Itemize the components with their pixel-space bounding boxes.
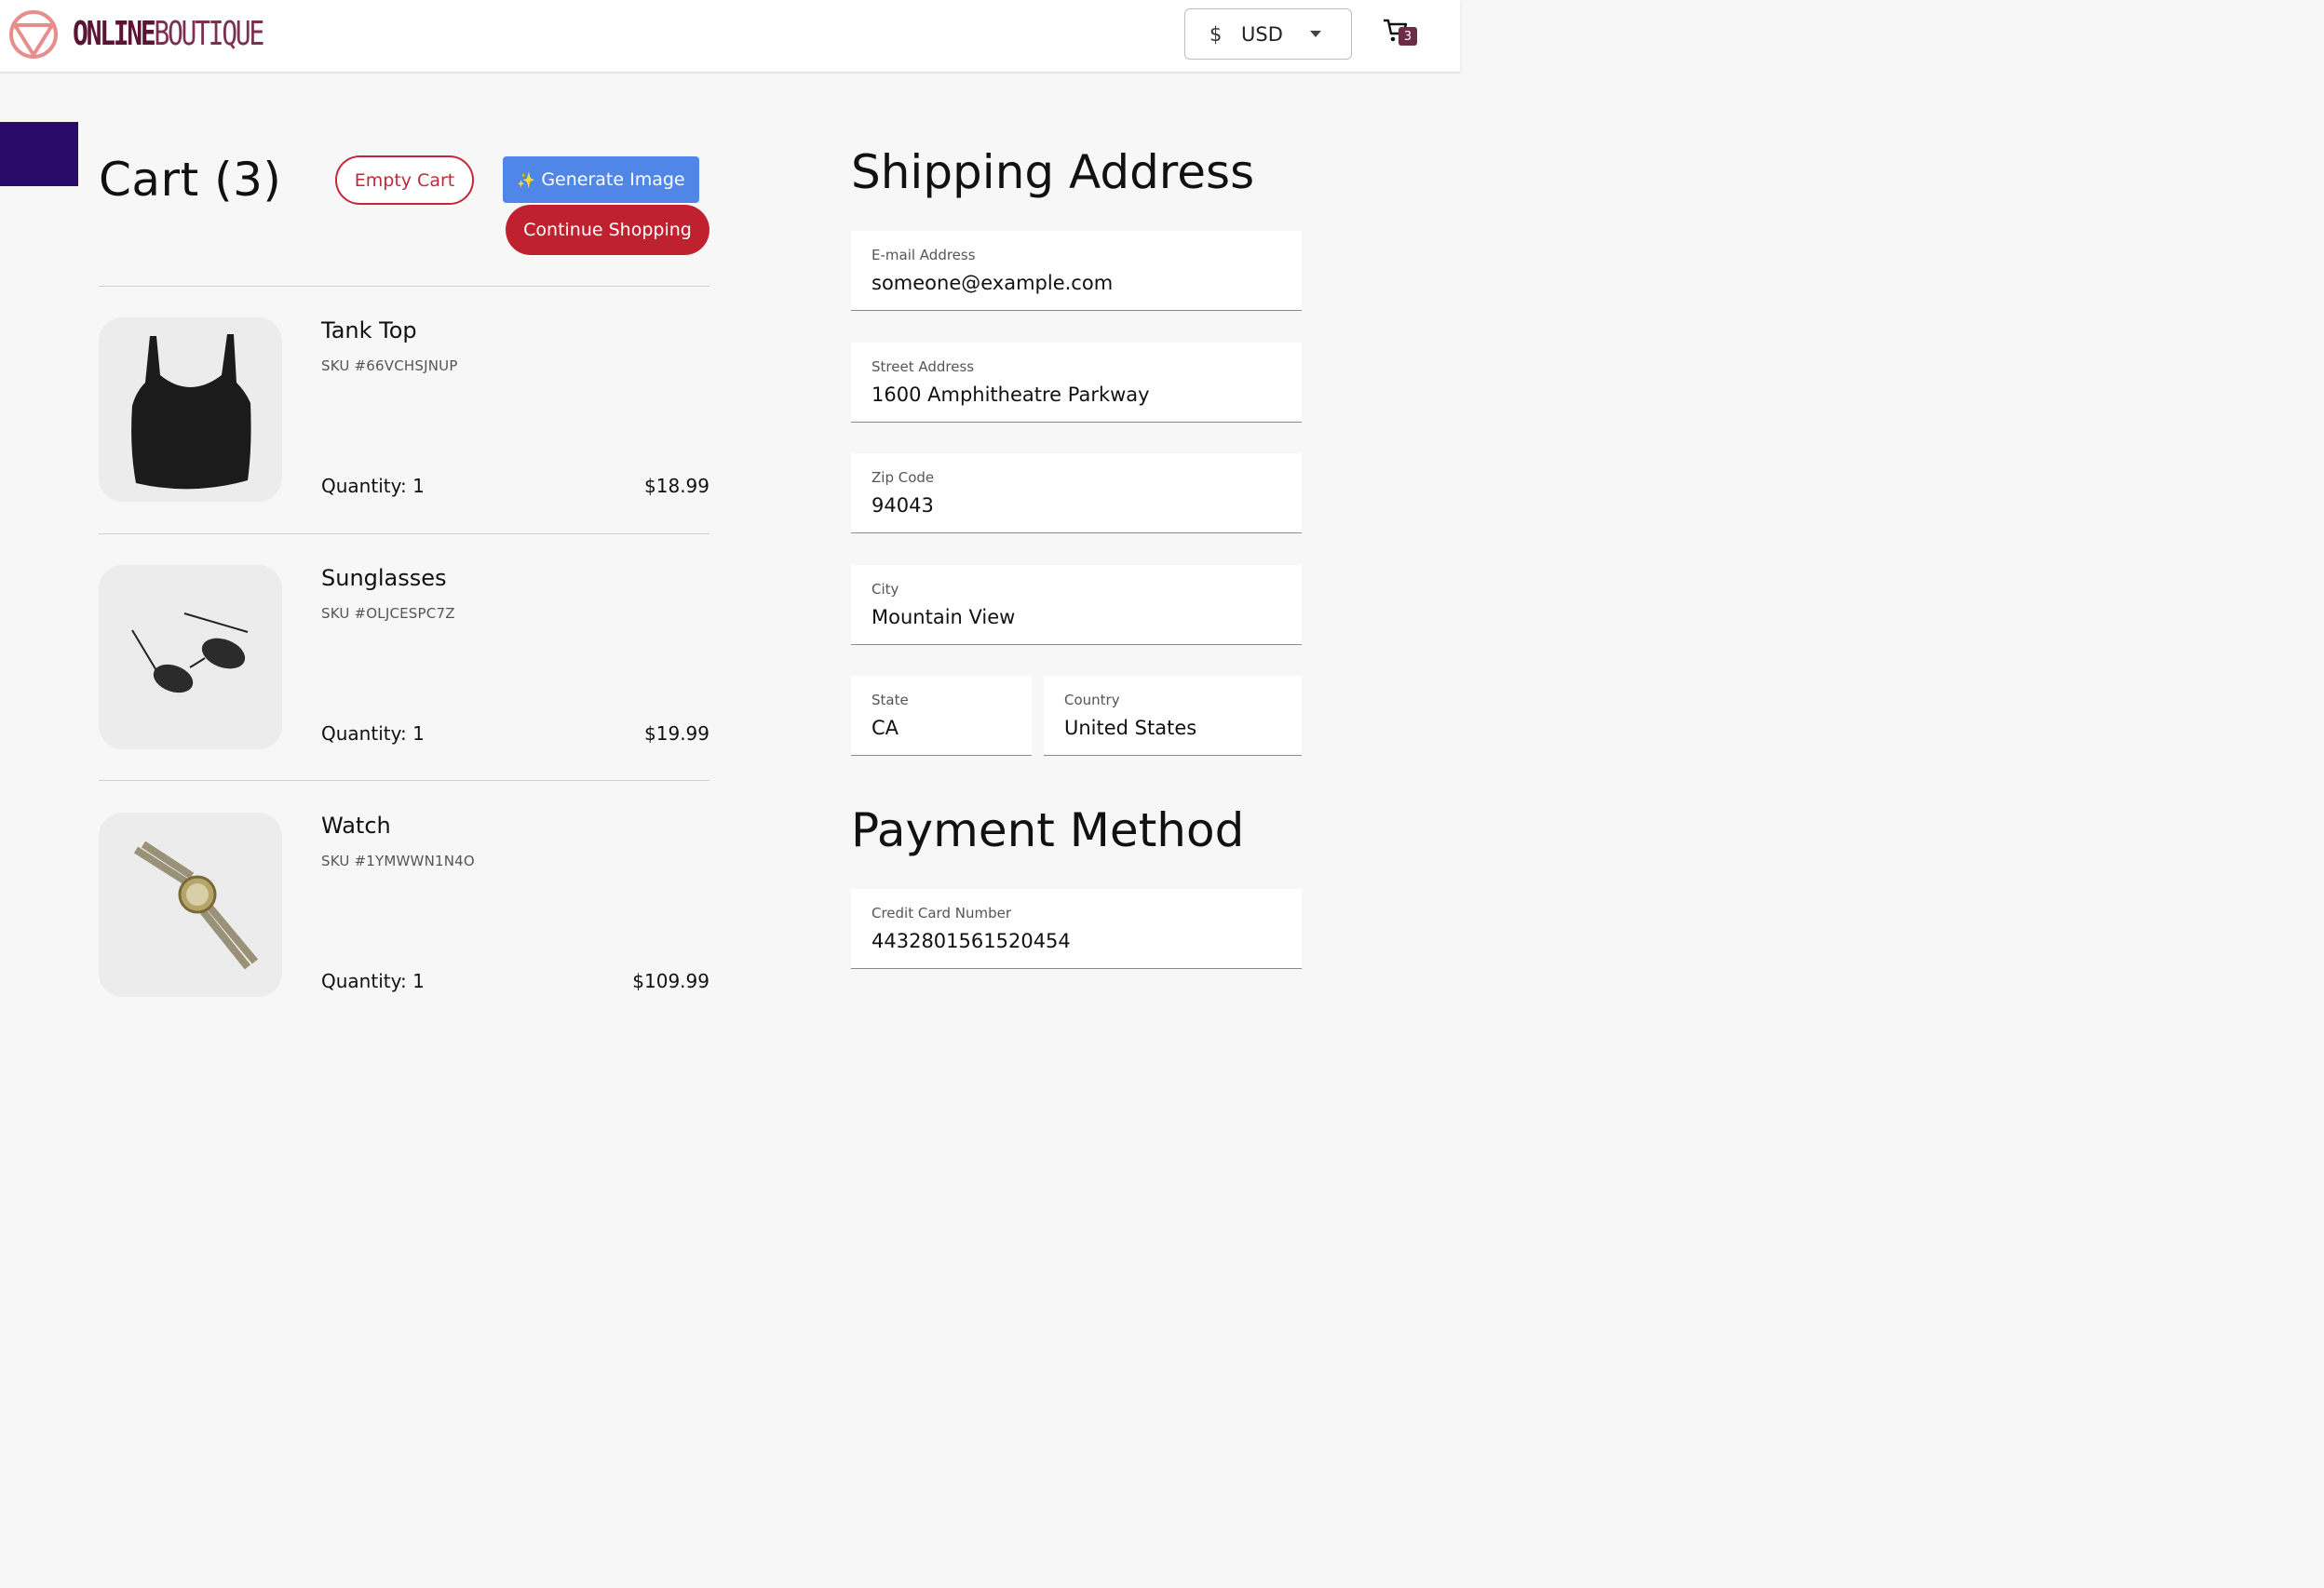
item-name[interactable]: Watch	[321, 813, 391, 839]
state-label: State	[872, 692, 909, 708]
item-name[interactable]: Sunglasses	[321, 565, 447, 591]
item-price: $18.99	[644, 475, 709, 497]
sunglasses-image-graphic	[99, 565, 282, 749]
item-sku: SKU #OLJCESPC7Z	[321, 605, 455, 622]
generate-image-button[interactable]: ✨ Generate Image	[503, 156, 699, 203]
payment-method-title: Payment Method	[851, 803, 1245, 857]
cart-item: Tank Top SKU #66VCHSJNUP Quantity: 1 $18…	[99, 317, 709, 502]
currency-symbol: $	[1209, 22, 1223, 46]
sunglasses-image[interactable]	[99, 565, 282, 749]
zip-code-value: 94043	[872, 494, 934, 517]
item-sku: SKU #1YMWWN1N4O	[321, 853, 475, 869]
cart-divider	[99, 286, 709, 287]
cart-link[interactable]: 3	[1382, 17, 1421, 48]
tank-top-image-graphic	[99, 317, 282, 502]
state-field[interactable]: State CA	[851, 676, 1032, 756]
email-value: someone@example.com	[872, 272, 1114, 294]
chevron-down-icon	[1310, 31, 1321, 37]
item-name[interactable]: Tank Top	[321, 317, 417, 343]
city-label: City	[872, 581, 899, 598]
empty-cart-button[interactable]: Empty Cart	[335, 155, 474, 205]
item-sku: SKU #66VCHSJNUP	[321, 357, 458, 374]
item-quantity: Quantity: 1	[321, 970, 425, 992]
item-price: $19.99	[644, 722, 709, 745]
zip-code-label: Zip Code	[872, 469, 935, 486]
country-value: United States	[1064, 717, 1197, 739]
city-value: Mountain View	[872, 606, 1016, 628]
state-value: CA	[872, 717, 899, 739]
watch-image[interactable]	[99, 813, 282, 997]
watch-image-graphic	[99, 813, 282, 997]
tank-top-image[interactable]	[99, 317, 282, 502]
top-header: ONLINE BOUTIQUE $ USD 3	[0, 0, 1460, 73]
continue-shopping-button[interactable]: Continue Shopping	[506, 205, 709, 255]
item-quantity: Quantity: 1	[321, 722, 425, 745]
cart-count-badge: 3	[1398, 27, 1417, 46]
currency-code: USD	[1241, 22, 1283, 46]
generate-image-label: Generate Image	[541, 169, 685, 190]
street-address-field[interactable]: Street Address 1600 Amphitheatre Parkway	[851, 343, 1302, 423]
credit-card-field[interactable]: Credit Card Number 4432801561520454	[851, 889, 1302, 969]
credit-card-value: 4432801561520454	[872, 930, 1071, 952]
cart-divider	[99, 533, 709, 534]
city-field[interactable]: City Mountain View	[851, 565, 1302, 645]
street-address-label: Street Address	[872, 358, 975, 375]
country-field[interactable]: Country United States	[1044, 676, 1302, 756]
email-field[interactable]: E-mail Address someone@example.com	[851, 231, 1302, 311]
logo-text-boutique: BOUTIQUE	[154, 15, 264, 53]
accent-block	[0, 122, 78, 186]
shipping-address-title: Shipping Address	[851, 145, 1255, 199]
cart-item: Watch SKU #1YMWWN1N4O Quantity: 1 $109.9…	[99, 813, 709, 997]
currency-select[interactable]: $ USD	[1184, 8, 1352, 60]
item-quantity: Quantity: 1	[321, 475, 425, 497]
zip-code-field[interactable]: Zip Code 94043	[851, 453, 1302, 533]
street-address-value: 1600 Amphitheatre Parkway	[872, 384, 1150, 406]
email-label: E-mail Address	[872, 247, 976, 263]
credit-card-label: Credit Card Number	[872, 905, 1011, 922]
country-label: Country	[1064, 692, 1120, 708]
cart-item: Sunglasses SKU #OLJCESPC7Z Quantity: 1 $…	[99, 565, 709, 749]
logo-text-online: ONLINE	[73, 15, 156, 53]
cart-title: Cart (3)	[99, 153, 282, 207]
cart-divider	[99, 780, 709, 781]
logo-link[interactable]: ONLINE BOUTIQUE	[7, 7, 316, 61]
logo-icon	[9, 10, 58, 59]
sparkle-icon: ✨	[517, 170, 536, 189]
item-price: $109.99	[632, 970, 709, 992]
logo-wordmark: ONLINE BOUTIQUE	[73, 7, 264, 61]
